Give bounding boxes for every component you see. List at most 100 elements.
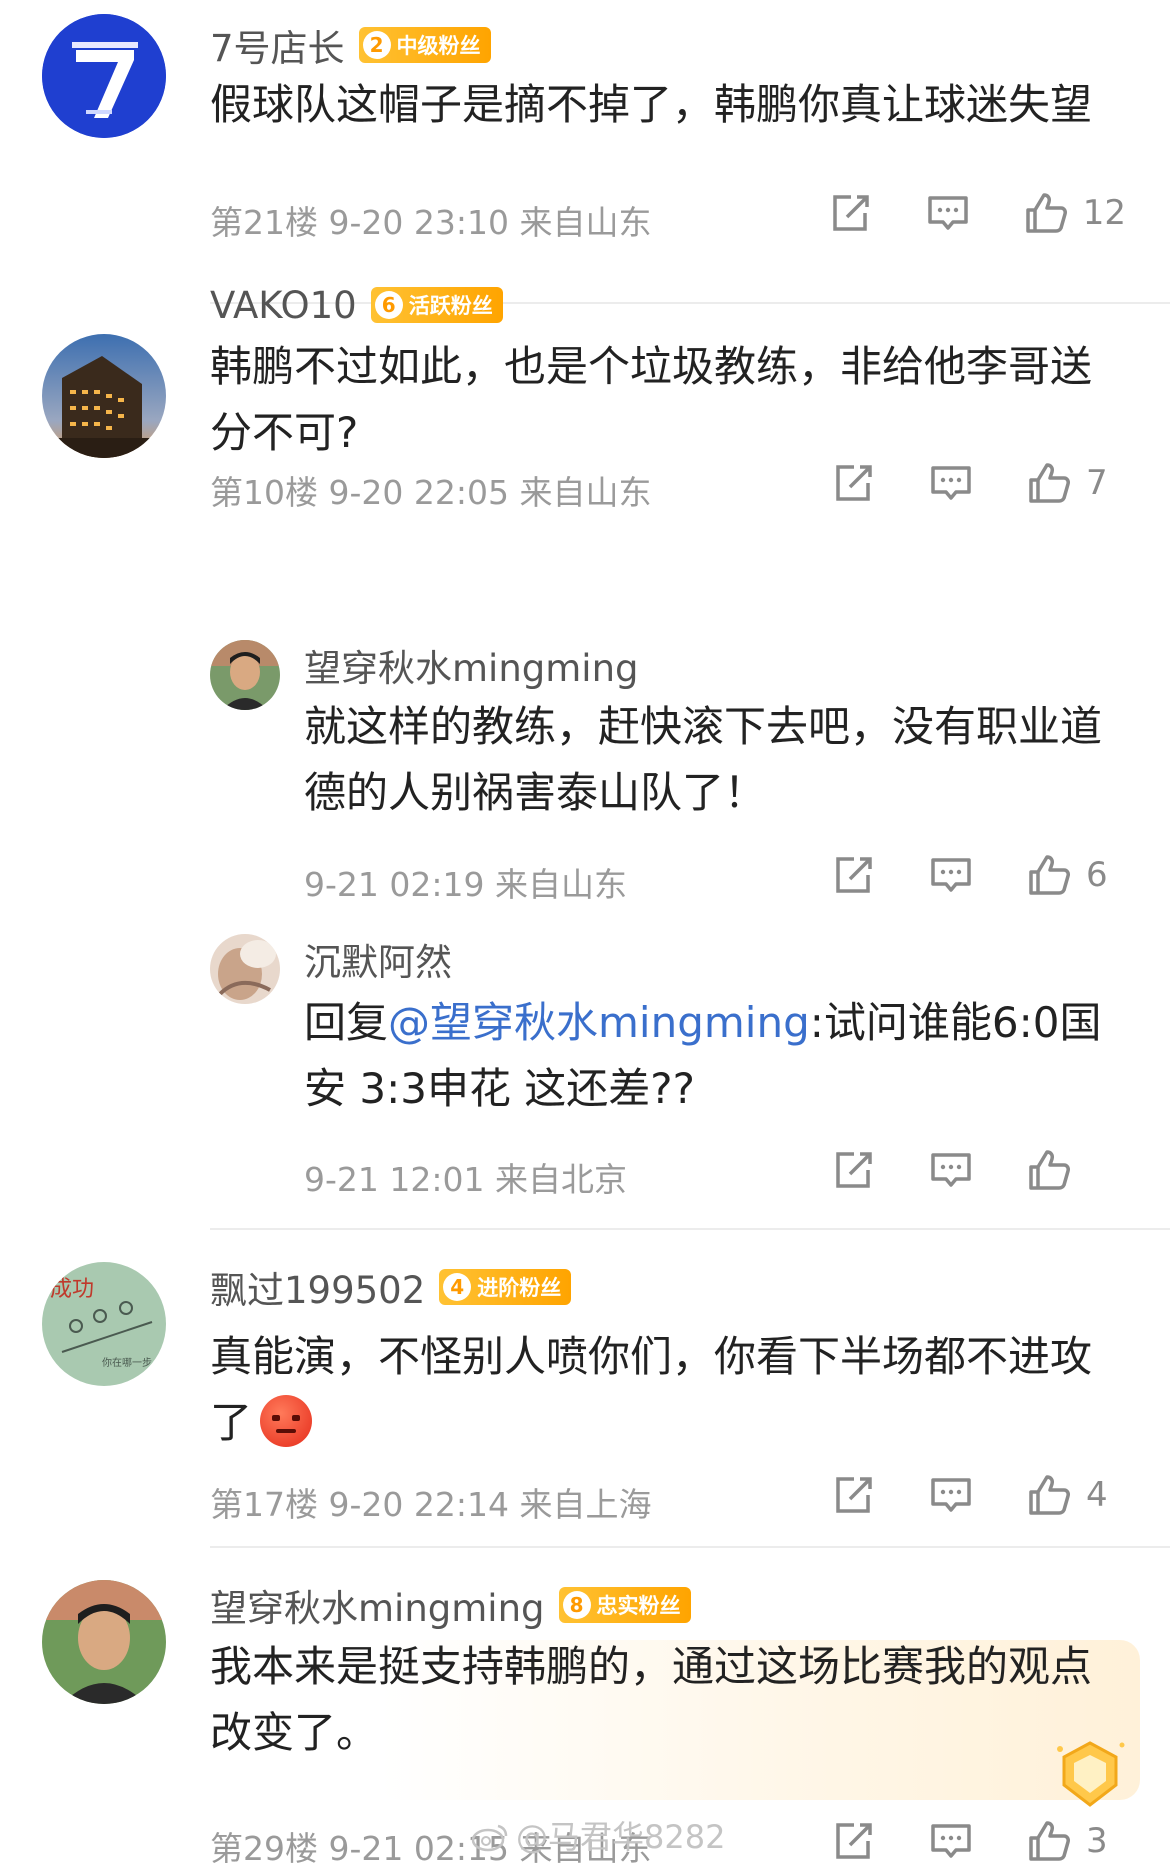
avatar[interactable]	[42, 334, 166, 458]
comment-text: 回复@望穿秋水mingming:试问谁能6:0国安 3:3申花 这还差??	[304, 990, 1124, 1122]
name-row: 飘过199502 4 进阶粉丝	[210, 1260, 572, 1314]
svg-text:你在哪一步: 你在哪一步	[102, 1356, 152, 1369]
reply-button[interactable]	[928, 1818, 974, 1864]
fan-badge[interactable]: 8 忠实粉丝	[558, 1587, 691, 1623]
comment-icon	[931, 1153, 971, 1187]
crown-badge-icon	[1057, 1741, 1125, 1807]
thumbs-up-icon	[1029, 1150, 1070, 1190]
share-button[interactable]	[827, 190, 873, 236]
share-icon	[832, 195, 869, 231]
username[interactable]: 飘过199502	[210, 1260, 425, 1314]
name-row: 沉默阿然	[304, 934, 452, 984]
blurred-photo-icon	[210, 934, 280, 1004]
mention-link[interactable]: @望穿秋水mingming	[388, 998, 810, 1047]
comment-actions: 3	[778, 1818, 1126, 1864]
avatar[interactable]	[42, 14, 166, 138]
floor-number: 第17楼	[210, 1485, 318, 1524]
comment-actions: 6	[778, 852, 1126, 898]
number-7-logo-icon	[42, 14, 166, 138]
divider	[210, 1228, 1170, 1230]
timestamp: 9-21 12:01	[304, 1160, 485, 1199]
reply-button[interactable]	[928, 852, 974, 898]
floor-number: 第21楼	[210, 203, 318, 242]
thumbs-up-icon	[1029, 1475, 1070, 1515]
comment-text: 韩鹏不过如此，也是个垃圾教练，非给他李哥送分不可?	[210, 342, 1093, 457]
comment-meta: 9-21 12:01 来自北京	[304, 1153, 627, 1201]
avatar[interactable]	[210, 934, 280, 1004]
username[interactable]: 沉默阿然	[304, 932, 452, 986]
username[interactable]: 望穿秋水mingming	[304, 638, 639, 692]
floor-number: 第29楼	[210, 1829, 318, 1868]
comment-meta: 第17楼 9-20 22:14 来自上海	[210, 1478, 652, 1526]
location: 来自上海	[519, 1485, 652, 1524]
share-icon	[836, 1152, 872, 1188]
avatar[interactable]: 成功 你在哪一步	[42, 1262, 166, 1386]
comment-feed: 7号店长 2 中级粉丝 假球队这帽子是摘不掉了，韩鹏你真让球迷失望 第21楼 9…	[0, 0, 1170, 1868]
like-button[interactable]: 7	[1026, 460, 1126, 506]
wall-poster-photo-icon: 成功 你在哪一步	[42, 1262, 166, 1386]
comment-icon	[931, 1824, 971, 1858]
comment-icon	[931, 466, 971, 500]
comment-body: 真能演，不怪别人喷你们，你看下半场都不进攻了	[210, 1332, 1093, 1447]
username[interactable]: 7号店长	[210, 18, 345, 72]
divider	[210, 1546, 1170, 1548]
share-button[interactable]	[830, 1472, 876, 1518]
reply-button[interactable]	[925, 190, 971, 236]
like-button[interactable]	[1026, 1147, 1126, 1193]
comment-actions: 7	[778, 460, 1126, 506]
like-count: 7	[1086, 463, 1108, 503]
reply-prefix: 回复	[304, 998, 389, 1047]
like-button[interactable]: 3	[1026, 1818, 1126, 1864]
svg-text:成功: 成功	[50, 1277, 94, 1302]
comment-text: 就这样的教练，赶快滚下去吧，没有职业道德的人别祸害泰山队了！	[304, 702, 1103, 817]
timestamp: 9-20 22:14	[328, 1485, 510, 1524]
location: 来自山东	[519, 473, 652, 512]
badge-label: 中级粉丝	[396, 34, 481, 58]
reply-button[interactable]	[928, 1147, 974, 1193]
like-button[interactable]: 4	[1026, 1472, 1126, 1518]
share-icon	[836, 1477, 872, 1513]
username[interactable]: VAKO10	[210, 284, 357, 327]
comment-text: 真能演，不怪别人喷你们，你看下半场都不进攻了	[210, 1324, 1110, 1456]
name-row: 7号店长 2 中级粉丝	[210, 20, 491, 70]
comment-meta: 9-21 02:19 来自山东	[304, 858, 627, 906]
share-icon	[836, 465, 872, 501]
comment-meta: 第10楼 9-20 22:05 来自山东	[210, 466, 652, 514]
watermark: @马君华8282	[470, 1812, 725, 1858]
angry-face-emoji-icon	[260, 1395, 313, 1447]
badge-level: 8	[562, 1591, 591, 1619]
like-count: 4	[1086, 1475, 1108, 1515]
like-button[interactable]: 6	[1026, 852, 1126, 898]
comment-text: 假球队这帽子是摘不掉了，韩鹏你真让球迷失望	[210, 80, 1093, 129]
man-portrait-icon	[42, 1580, 166, 1704]
fan-badge[interactable]: 4 进阶粉丝	[439, 1269, 572, 1305]
comment-icon	[931, 858, 971, 892]
comment-icon	[927, 196, 968, 230]
timestamp: 9-20 22:05	[328, 473, 510, 512]
badge-level: 4	[443, 1273, 472, 1301]
avatar[interactable]	[42, 1580, 166, 1704]
share-icon	[836, 857, 872, 893]
name-row: VAKO10 6 活跃粉丝	[210, 280, 503, 330]
share-button[interactable]	[830, 1147, 876, 1193]
share-button[interactable]	[830, 852, 876, 898]
like-count: 6	[1086, 855, 1108, 895]
reply-button[interactable]	[928, 460, 974, 506]
like-button[interactable]: 12	[1023, 190, 1126, 236]
name-row: 望穿秋水mingming	[304, 640, 639, 690]
fan-badge[interactable]: 6 活跃粉丝	[370, 287, 503, 323]
badge-label: 进阶粉丝	[477, 1276, 562, 1300]
share-button[interactable]	[830, 460, 876, 506]
comment-icon	[931, 1478, 971, 1512]
badge-label: 活跃粉丝	[408, 294, 493, 318]
fan-badge[interactable]: 2 中级粉丝	[358, 27, 491, 63]
timestamp: 9-20 23:10	[328, 203, 510, 242]
reply-button[interactable]	[928, 1472, 974, 1518]
night-building-photo-icon	[42, 334, 166, 458]
badge-level: 6	[374, 291, 403, 319]
thumbs-up-icon	[1025, 193, 1067, 233]
location: 来自北京	[495, 1160, 627, 1199]
username[interactable]: 望穿秋水mingming	[210, 1578, 545, 1632]
share-button[interactable]	[830, 1818, 876, 1864]
avatar[interactable]	[210, 640, 280, 710]
